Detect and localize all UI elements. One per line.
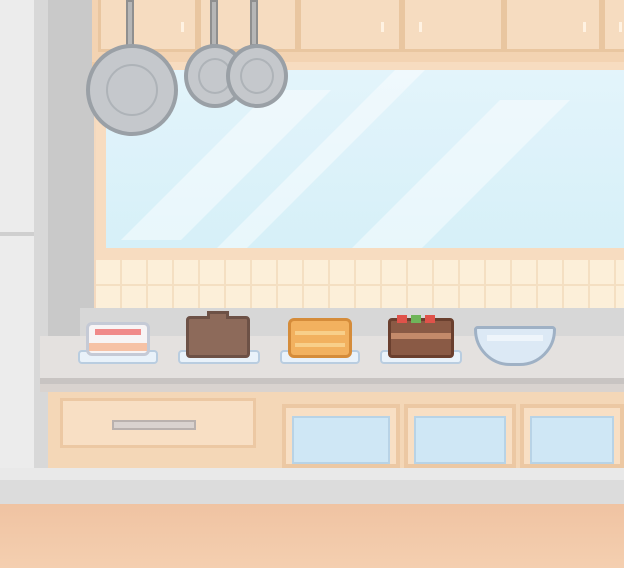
- sponge-cake-icon[interactable]: [288, 318, 352, 358]
- brown-cake-icon[interactable]: [186, 311, 250, 358]
- refrigerator-door-gap: [0, 232, 34, 236]
- upper-cabinets: [92, 0, 624, 68]
- glass-cabinet-door[interactable]: [282, 404, 400, 468]
- glass-cabinet-door[interactable]: [520, 404, 624, 468]
- fruit-chocolate-cake-icon[interactable]: [388, 315, 454, 358]
- pan-handle: [210, 0, 218, 46]
- frosted-cake-icon[interactable]: [86, 322, 150, 356]
- counter-front-edge: [40, 384, 624, 392]
- frying-pan-icon[interactable]: [86, 44, 178, 136]
- cabinet-door: [298, 0, 402, 52]
- drawer-handle[interactable]: [112, 420, 196, 430]
- baseboard-highlight: [0, 468, 624, 480]
- frying-pan-icon[interactable]: [226, 44, 288, 108]
- wall-pillar-highlight: [34, 0, 48, 470]
- cabinet-door: [98, 0, 198, 52]
- glass-cabinet-door[interactable]: [404, 404, 516, 468]
- window-glass: [106, 70, 624, 248]
- cabinet-door: [402, 0, 504, 52]
- pan-handle: [250, 0, 258, 46]
- pan-handle: [126, 0, 134, 50]
- tile-backsplash: [96, 260, 624, 312]
- floor: [0, 504, 624, 568]
- cabinet-door: [602, 0, 624, 52]
- cabinet-door: [504, 0, 602, 52]
